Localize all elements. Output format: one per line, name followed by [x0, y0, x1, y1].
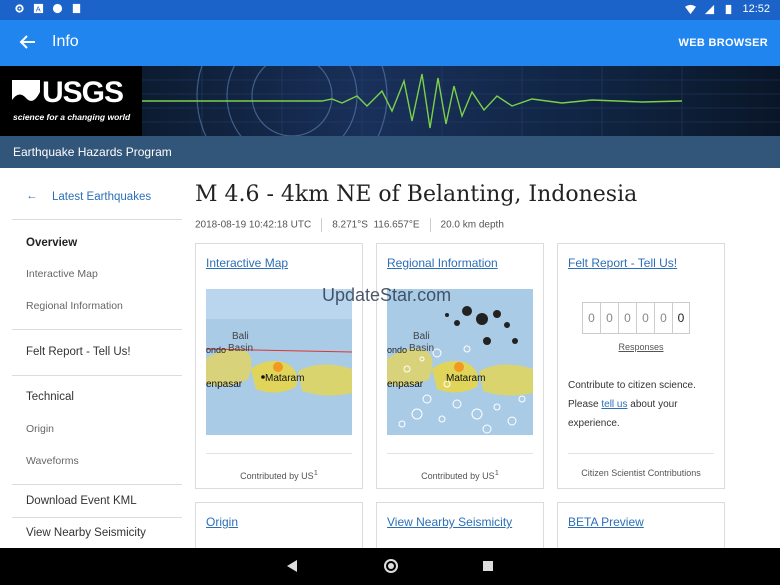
responses-link[interactable]: Responses: [558, 342, 724, 352]
sidebar-divider: [12, 517, 182, 518]
counter-digit: 0: [582, 302, 600, 334]
map-label-basin: Basin: [409, 343, 434, 354]
map-label-mataram: Mataram: [265, 373, 304, 384]
web-browser-button[interactable]: WEB BROWSER: [679, 37, 768, 49]
map-label-enpasar: enpasar: [206, 379, 243, 390]
felt-report-card[interactable]: Felt Report - Tell Us! 0 0 0 0 0 0 Respo…: [557, 243, 725, 489]
counter-digit: 0: [618, 302, 636, 334]
sidebar-back-arrow-icon[interactable]: ←: [26, 190, 38, 202]
app-bar: Info WEB BROWSER: [0, 20, 780, 66]
card-divider: [568, 453, 714, 454]
app-bar-title: Info: [52, 33, 79, 50]
card-contrib: Contributed by US1: [240, 468, 318, 481]
sidebar-item-latest-earthquakes[interactable]: Latest Earthquakes: [52, 191, 151, 203]
event-meta: 2018-08-19 10:42:18 UTC 8.271°S 116.657°E…: [195, 218, 504, 232]
status-bar: A 12:52: [0, 0, 780, 20]
counter-digit: 0: [672, 302, 690, 334]
system-nav-bar: [0, 548, 780, 585]
beta-preview-link[interactable]: BETA Preview: [568, 515, 644, 529]
felt-report-description: Contribute to citizen science. Please te…: [568, 380, 696, 429]
gear-icon: [15, 4, 24, 13]
felt-report-link[interactable]: Felt Report - Tell Us!: [568, 256, 677, 270]
sidebar-item-felt-report[interactable]: Felt Report - Tell Us!: [26, 346, 131, 358]
responses-counter: 0 0 0 0 0 0: [582, 302, 690, 334]
program-bar: Earthquake Hazards Program: [0, 136, 780, 168]
sidebar-divider: [12, 375, 182, 376]
sidebar-divider: [12, 484, 182, 485]
wifi-icon: [685, 4, 697, 14]
map-label-ondo: ondo: [387, 345, 407, 355]
sidebar-item-origin[interactable]: Origin: [26, 423, 54, 435]
sidebar-item-nearby-seismicity[interactable]: View Nearby Seismicity: [26, 527, 146, 539]
counter-digit: 0: [654, 302, 672, 334]
counter-digit: 0: [636, 302, 654, 334]
event-title: M 4.6 - 4km NE of Belanting, Indonesia: [195, 182, 638, 207]
card-contrib: Contributed by US1: [421, 468, 499, 481]
interactive-map-link[interactable]: Interactive Map: [206, 256, 288, 270]
recents-square-icon[interactable]: [482, 560, 494, 572]
status-time: 12:52: [742, 3, 770, 15]
regional-information-thumbnail[interactable]: Bali Basin ondo enpasar Mataram: [387, 289, 533, 435]
origin-link[interactable]: Origin: [206, 515, 238, 529]
map-label-ondo: ondo: [206, 345, 226, 355]
back-triangle-icon[interactable]: [286, 559, 298, 573]
map-label-basin: Basin: [228, 343, 253, 354]
interactive-map-thumbnail[interactable]: Bali Basin ondo enpasar Mataram: [206, 289, 352, 435]
usgs-tagline: science for a changing world: [13, 112, 131, 122]
event-datetime: 2018-08-19 10:42:18 UTC: [195, 219, 312, 231]
home-circle-icon[interactable]: [383, 558, 399, 574]
sidebar-item-regional-information[interactable]: Regional Information: [26, 300, 123, 312]
signal-icon: [705, 4, 715, 14]
battery-icon: [726, 4, 732, 14]
back-arrow-icon[interactable]: [18, 32, 38, 52]
usgs-logo[interactable]: USGS science for a changing world: [0, 66, 142, 136]
event-coordinates: 8.271°S 116.657°E: [332, 219, 420, 231]
seismogram-banner: [142, 66, 780, 136]
map-label-enpasar: enpasar: [387, 379, 424, 390]
svg-text:A: A: [36, 5, 41, 14]
tell-us-link[interactable]: tell us: [601, 399, 627, 410]
usgs-logo-text: USGS: [42, 76, 124, 109]
document-icon: [72, 3, 81, 14]
watermark: UpdateStar.com: [322, 285, 452, 305]
regional-information-card[interactable]: Regional Information Bali Basin ondo enp…: [376, 243, 544, 489]
map-label-bali: Bali: [413, 331, 430, 342]
counter-digit: 0: [600, 302, 618, 334]
sidebar-item-waveforms[interactable]: Waveforms: [26, 455, 79, 467]
sidebar-divider: [12, 329, 182, 330]
usgs-banner: USGS science for a changing world: [0, 66, 780, 136]
a-icon: A: [33, 3, 44, 14]
card-divider: [206, 453, 352, 454]
citizen-scientist-footer: Citizen Scientist Contributions: [581, 468, 701, 478]
sidebar-divider: [12, 219, 182, 220]
circle-icon: [52, 3, 63, 14]
map-label-bali: Bali: [232, 331, 249, 342]
sidebar-item-overview[interactable]: Overview: [26, 237, 77, 249]
sidebar-item-download-kml[interactable]: Download Event KML: [26, 495, 137, 507]
card-divider: [387, 453, 533, 454]
sidebar-item-technical[interactable]: Technical: [26, 391, 74, 403]
regional-information-link[interactable]: Regional Information: [387, 256, 498, 270]
interactive-map-card[interactable]: Interactive Map Bali Basin ondo enpasar …: [195, 243, 363, 489]
event-depth: 20.0 km depth: [440, 219, 504, 231]
program-label[interactable]: Earthquake Hazards Program: [13, 145, 172, 159]
map-label-mataram: Mataram: [446, 373, 485, 384]
sidebar-item-interactive-map[interactable]: Interactive Map: [26, 268, 98, 280]
nearby-seismicity-link[interactable]: View Nearby Seismicity: [387, 515, 512, 529]
usgs-wave-icon: [12, 80, 40, 110]
